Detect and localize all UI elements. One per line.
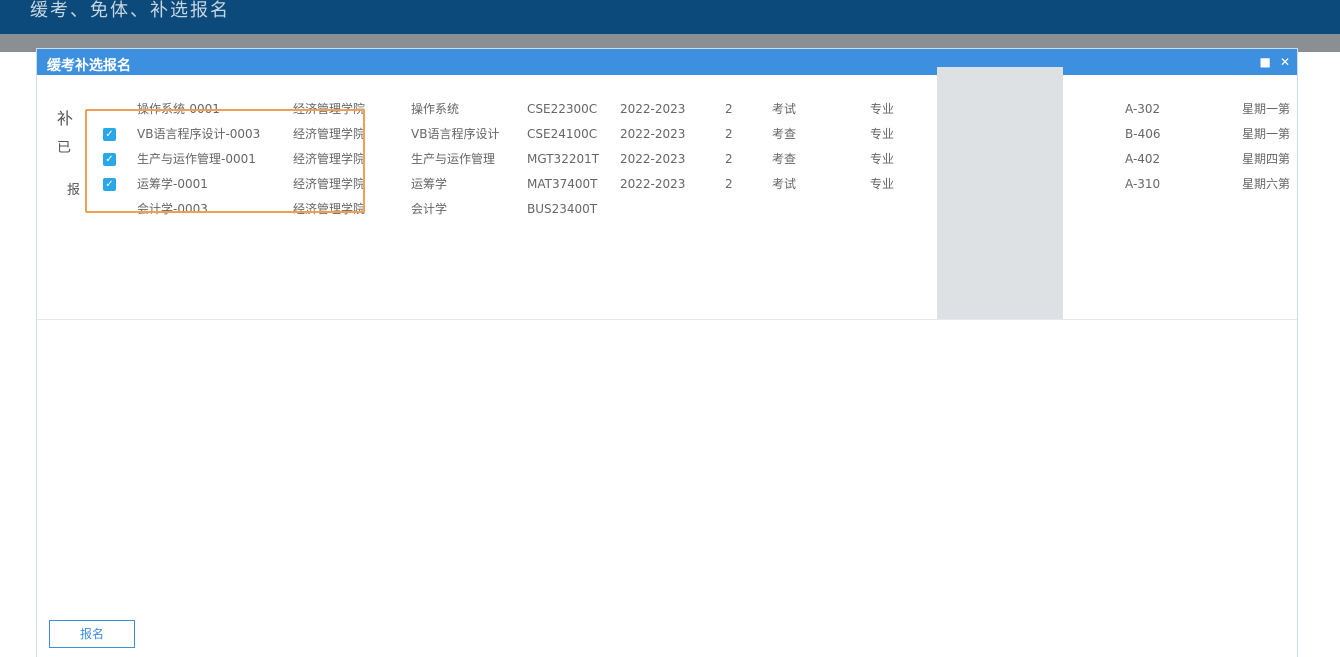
page-title: 缓考、免体、补选报名 xyxy=(30,0,230,21)
course-time: 星期一第 xyxy=(1242,127,1291,141)
close-icon[interactable]: ✕ xyxy=(1279,55,1291,69)
course-exam: 考查 xyxy=(772,127,797,141)
course-code: CSE22300C xyxy=(527,102,598,116)
course-code: BUS23400T xyxy=(527,202,598,216)
course-subject: 运筹学 xyxy=(411,177,448,191)
course-credit: 2 xyxy=(725,102,733,116)
course-type: 专业 xyxy=(870,127,895,141)
course-type: 专业 xyxy=(870,102,895,116)
register-button[interactable]: 报名 xyxy=(49,620,135,648)
course-exam: 考试 xyxy=(772,102,797,116)
course-code: CSE24100C xyxy=(527,127,598,141)
course-year: 2022-2023 xyxy=(620,177,686,191)
square-icon[interactable]: ■ xyxy=(1259,55,1271,69)
course-room: A-310 xyxy=(1125,177,1161,191)
selection-highlight xyxy=(85,109,365,213)
course-credit: 2 xyxy=(725,177,733,191)
course-exam: 考查 xyxy=(772,152,797,166)
course-room: A-402 xyxy=(1125,152,1161,166)
top-header: 缓考、免体、补选报名 xyxy=(0,0,1340,34)
course-room: A-302 xyxy=(1125,102,1161,116)
course-time: 星期四第 xyxy=(1242,152,1291,166)
modal-header: 缓考补选报名 ■ ✕ xyxy=(37,49,1297,75)
course-credit: 2 xyxy=(725,127,733,141)
course-time: 星期一第 xyxy=(1242,102,1291,116)
course-type: 专业 xyxy=(870,152,895,166)
course-code: MAT37400T xyxy=(527,177,598,191)
course-exam: 考试 xyxy=(772,177,797,191)
course-subject: 操作系统 xyxy=(411,102,460,116)
course-subject: VB语言程序设计 xyxy=(411,127,500,141)
course-subject: 生产与运作管理 xyxy=(411,152,496,166)
course-year: 2022-2023 xyxy=(620,127,686,141)
course-type: 专业 xyxy=(870,177,895,191)
course-year: 2022-2023 xyxy=(620,102,686,116)
modal-title: 缓考补选报名 xyxy=(47,58,131,74)
course-credit: 2 xyxy=(725,152,733,166)
course-room: B-406 xyxy=(1125,127,1161,141)
registration-modal: 缓考补选报名 ■ ✕ 补 已 报 操作系统-0001 经济管理学院 操作系统 C… xyxy=(36,48,1298,657)
course-subject: 会计学 xyxy=(411,202,448,216)
course-code: MGT32201T xyxy=(527,152,600,166)
course-time: 星期六第 xyxy=(1242,177,1291,191)
course-year: 2022-2023 xyxy=(620,152,686,166)
lower-panel: 报名 xyxy=(37,319,1297,657)
